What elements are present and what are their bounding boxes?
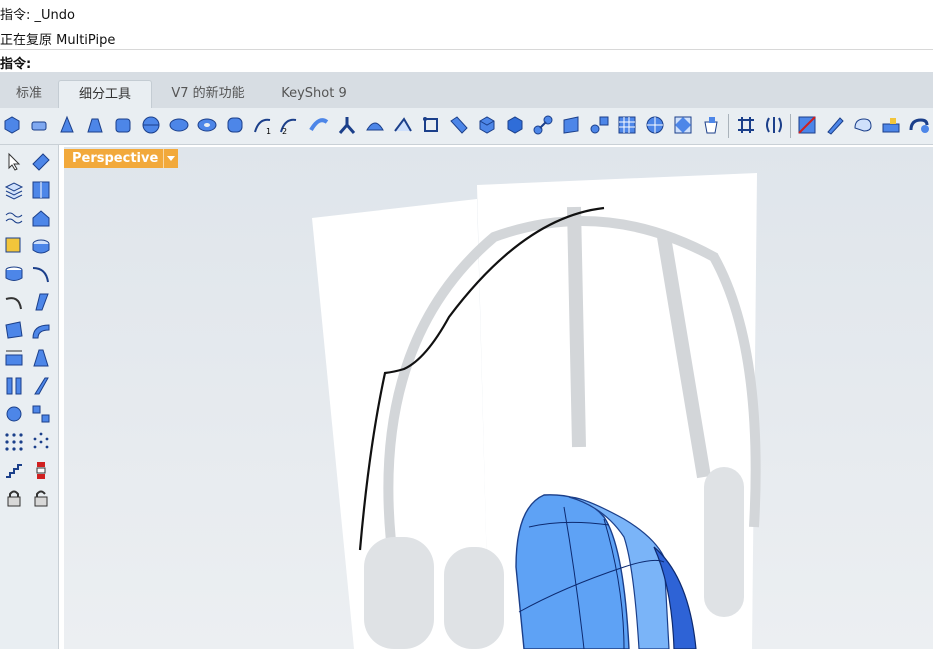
left-toolbar (0, 145, 59, 649)
taper-icon[interactable] (30, 347, 52, 369)
box-icon[interactable] (1, 114, 23, 136)
subd-red-icon[interactable] (796, 114, 818, 136)
truncated-cone-icon[interactable] (84, 114, 106, 136)
ellipsoid-icon[interactable] (168, 114, 190, 136)
align-icon[interactable] (30, 179, 52, 201)
plane-grid-icon[interactable] (560, 114, 582, 136)
command-area: 指令: _Undo 正在复原 MultiPipe 指令: (0, 0, 933, 72)
rotate-object-icon[interactable] (3, 403, 25, 425)
viewport-scene (312, 173, 761, 649)
bowl-icon[interactable] (3, 263, 25, 285)
tab-keyshot[interactable]: KeyShot 9 (272, 80, 356, 108)
puzzle-icon[interactable] (3, 235, 25, 257)
slab-icon[interactable] (29, 114, 51, 136)
shape-icon[interactable] (852, 114, 874, 136)
bridge-icon[interactable] (448, 114, 470, 136)
fold-icon[interactable] (392, 114, 414, 136)
sphere-icon[interactable] (140, 114, 162, 136)
array-icon[interactable] (30, 403, 52, 425)
stack-icon[interactable] (30, 459, 52, 481)
arc-1-icon[interactable]: 1 (252, 114, 274, 136)
patch-icon[interactable] (364, 114, 386, 136)
sphere-grid-icon[interactable] (644, 114, 666, 136)
twist-icon[interactable] (30, 375, 52, 397)
point-grid-icon[interactable] (3, 431, 25, 453)
svg-text:2: 2 (282, 127, 287, 136)
display-icon[interactable] (880, 114, 902, 136)
curve-icon[interactable] (3, 291, 25, 313)
main-toolbar: 1 2 (0, 108, 933, 145)
lock-icon[interactable] (3, 487, 25, 509)
select-arrow-icon[interactable] (3, 151, 25, 173)
command-prompt-label: 指令: (0, 57, 32, 72)
tab-subd-tools[interactable]: 细分工具 (58, 80, 152, 109)
weld-icon[interactable] (735, 114, 757, 136)
pencil-icon[interactable] (824, 114, 846, 136)
chevron-down-icon[interactable] (163, 149, 178, 168)
viewport-title-text: Perspective (72, 151, 159, 166)
append-icon[interactable] (420, 114, 442, 136)
viewport-title[interactable]: Perspective (64, 149, 179, 168)
arc-2-icon[interactable]: 2 (278, 114, 300, 136)
y-branch-icon[interactable] (336, 114, 358, 136)
svg-text:1: 1 (266, 127, 271, 136)
insert-edge-icon[interactable] (588, 114, 610, 136)
stairs-icon[interactable] (3, 459, 25, 481)
command-history-line: 正在复原 MultiPipe (0, 33, 116, 48)
bucket-icon[interactable] (700, 114, 722, 136)
toolbar-tabs: 标准 细分工具 V7 的新功能 KeyShot 9 (0, 72, 933, 109)
cone-icon[interactable] (56, 114, 78, 136)
quadball-icon[interactable] (224, 114, 246, 136)
blend-icon[interactable] (30, 291, 52, 313)
cube-icon[interactable] (476, 114, 498, 136)
surface-edit-icon[interactable] (30, 151, 52, 173)
toggle-icon[interactable] (908, 114, 930, 136)
grid-icon[interactable] (616, 114, 638, 136)
split-icon[interactable] (3, 375, 25, 397)
cylinder-icon[interactable] (112, 114, 134, 136)
box-solid-icon[interactable] (504, 114, 526, 136)
layers-icon[interactable] (3, 179, 25, 201)
wave-icon[interactable] (3, 207, 25, 229)
dimension-icon[interactable] (3, 347, 25, 369)
curve-edit-icon[interactable] (30, 263, 52, 285)
toolbar-separator (790, 114, 791, 138)
loft-icon[interactable] (3, 319, 25, 341)
unlock-icon[interactable] (30, 487, 52, 509)
command-history-line: 指令: _Undo (0, 8, 75, 23)
smooth-icon[interactable] (532, 114, 554, 136)
point-cloud-icon[interactable] (30, 431, 52, 453)
tab-v7-new[interactable]: V7 的新功能 (160, 80, 256, 108)
sweep-icon[interactable] (308, 114, 330, 136)
extend-icon[interactable] (30, 319, 52, 341)
ring-icon[interactable] (30, 235, 52, 257)
torus-icon[interactable] (196, 114, 218, 136)
command-prompt[interactable]: 指令: (0, 49, 933, 72)
house-icon[interactable] (30, 207, 52, 229)
tab-standard[interactable]: 标准 (8, 80, 50, 108)
toolbar-separator (728, 114, 729, 138)
perspective-viewport[interactable]: Perspective (64, 147, 933, 649)
symmetry-icon[interactable] (763, 114, 785, 136)
crease-icon[interactable] (672, 114, 694, 136)
